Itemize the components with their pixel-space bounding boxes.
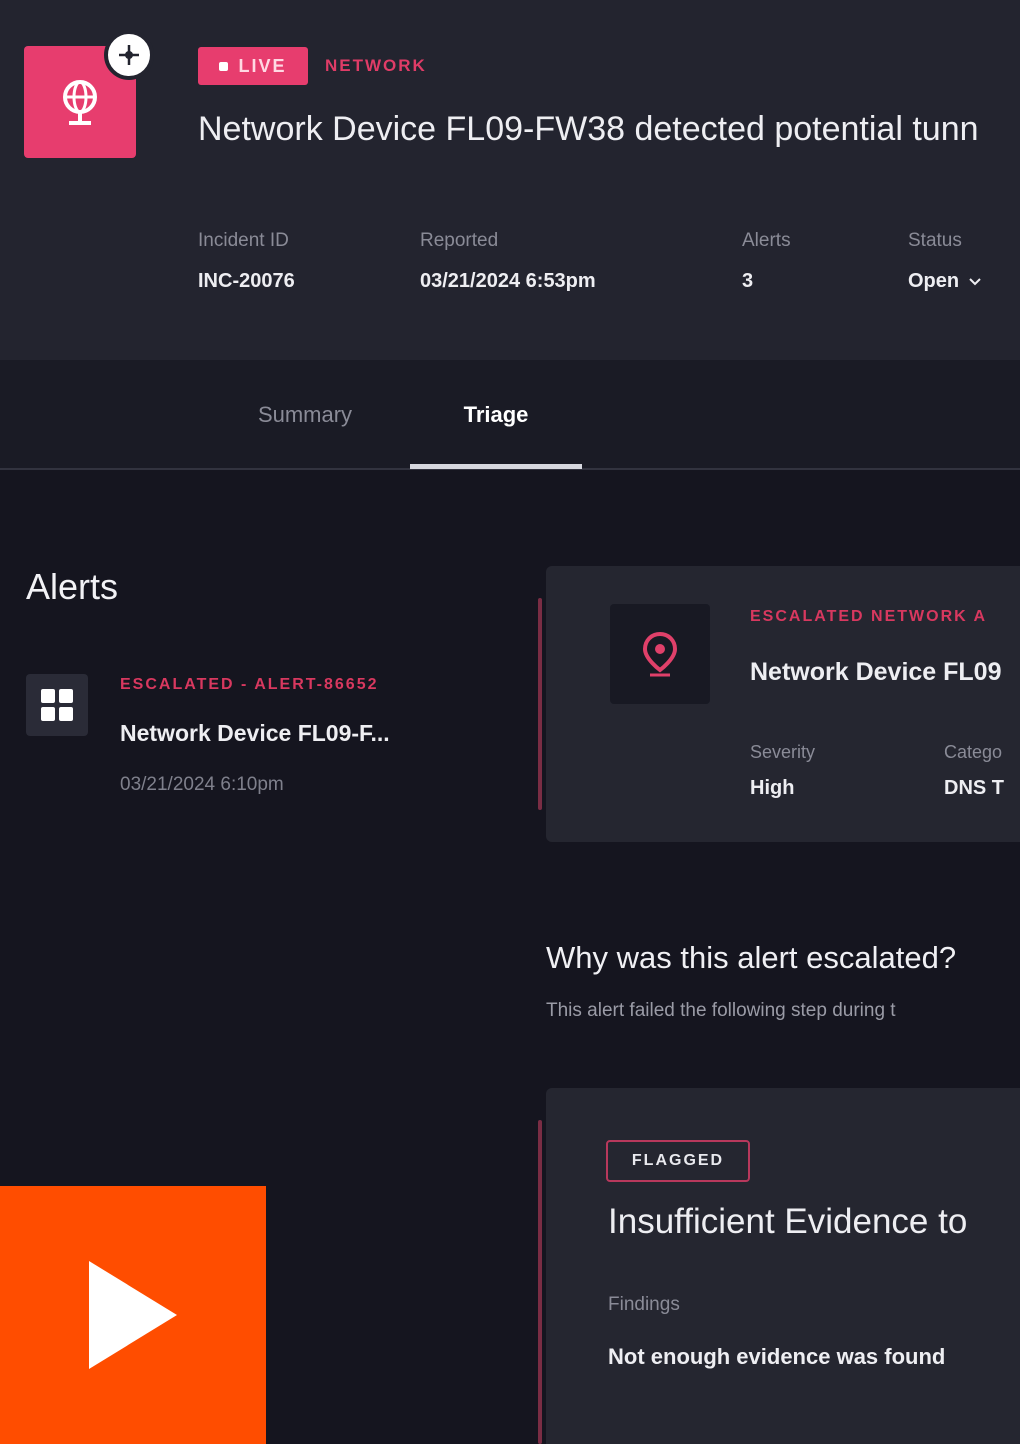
live-label: LIVE [238, 55, 287, 76]
tab-bar: Summary Triage [0, 360, 1020, 470]
findings-text: Not enough evidence was found [608, 1344, 946, 1369]
field-value: High [750, 777, 795, 799]
finding-card-accent [538, 1120, 542, 1444]
meta-incident-id: Incident ID INC-20076 [198, 230, 295, 293]
meta-label: Status [908, 230, 962, 251]
incident-category: NETWORK [325, 56, 427, 75]
escalation-heading: Why was this alert escalated? [546, 940, 957, 975]
detail-status: ESCALATED NETWORK A [750, 608, 988, 625]
alerts-heading: Alerts [26, 566, 119, 607]
tab-triage[interactable]: Triage [410, 360, 582, 470]
flagged-badge: FLAGGED [606, 1140, 750, 1182]
incident-title: Network Device FL09-FW38 detected potent… [198, 110, 979, 148]
meta-value: 3 [742, 270, 754, 292]
meta-value: 03/21/2024 6:53pm [420, 270, 596, 292]
finding-card: FLAGGED Insufficient Evidence to Finding… [546, 1088, 1020, 1444]
meta-value: INC-20076 [198, 270, 295, 292]
active-tab-indicator [410, 464, 582, 469]
status-value: Open [908, 270, 960, 292]
detail-field-category: Catego DNS T [944, 742, 1004, 800]
live-dot-icon [219, 61, 229, 71]
field-label: Catego [944, 742, 1003, 762]
meta-label: Incident ID [198, 230, 289, 251]
location-pin-icon [610, 604, 710, 704]
grid-icon [26, 674, 88, 736]
findings-label: Findings [608, 1294, 680, 1315]
tab-summary[interactable]: Summary [230, 360, 380, 470]
status-dropdown[interactable]: Open [908, 270, 981, 293]
meta-label: Alerts [742, 230, 791, 251]
meta-reported: Reported 03/21/2024 6:53pm [420, 230, 596, 293]
detail-card-accent [538, 598, 542, 810]
detail-title: Network Device FL09 [750, 658, 1002, 686]
meta-status: Status Open [908, 230, 981, 293]
escalation-subtext: This alert failed the following step dur… [546, 1000, 896, 1021]
field-label: Severity [750, 742, 816, 762]
alert-detail-card: ESCALATED NETWORK A Network Device FL09 … [546, 566, 1020, 842]
finding-title: Insufficient Evidence to [608, 1202, 968, 1241]
incident-header: LIVE NETWORK Network Device FL09-FW38 de… [0, 0, 1020, 360]
play-button[interactable] [0, 1186, 266, 1444]
alert-list-item[interactable]: ESCALATED - ALERT-86652 Network Device F… [26, 670, 486, 810]
ai-chip-icon [104, 30, 154, 80]
chevron-down-icon [969, 277, 981, 285]
detail-field-severity: Severity High [750, 742, 815, 800]
meta-alerts: Alerts 3 [742, 230, 791, 293]
alert-title: Network Device FL09-F... [120, 720, 390, 746]
play-icon [89, 1261, 177, 1369]
meta-label: Reported [420, 230, 499, 251]
alert-timestamp: 03/21/2024 6:10pm [120, 774, 284, 795]
field-value: DNS T [944, 777, 1004, 799]
alert-status: ESCALATED - ALERT-86652 [120, 676, 379, 693]
live-badge: LIVE [198, 47, 308, 85]
